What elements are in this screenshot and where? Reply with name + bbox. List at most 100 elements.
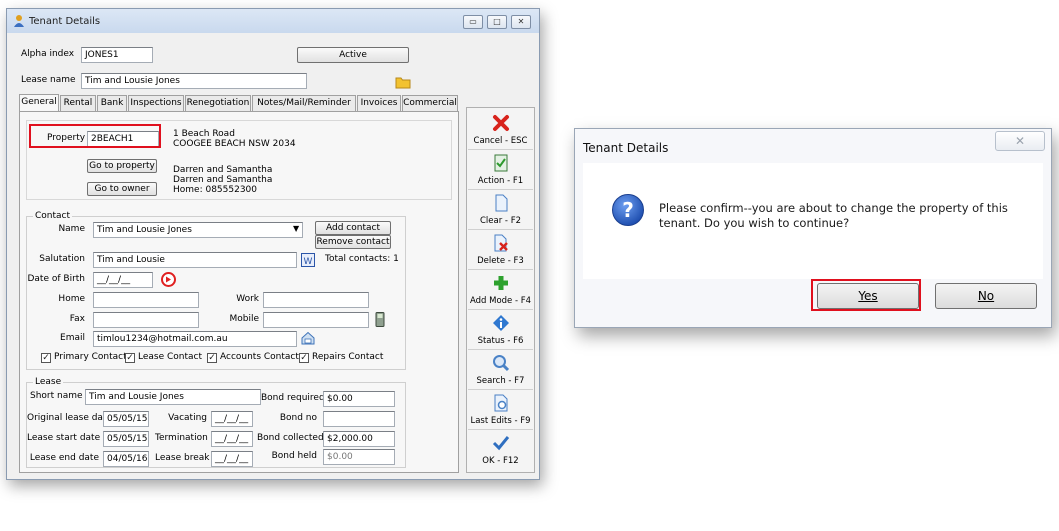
dialog-body: ? Please confirm--you are about to chang… — [583, 163, 1043, 279]
window-title: Tenant Details — [29, 16, 101, 27]
action-toolbar: Cancel - ESC Action - F1 Clear - F2 Dele… — [466, 107, 535, 473]
active-status-button[interactable]: Active — [297, 47, 409, 63]
last-edits-icon — [494, 394, 508, 412]
go-to-owner-button[interactable]: Go to owner — [87, 182, 157, 196]
accounts-contact-checkbox[interactable]: ✓ Accounts Contact — [207, 352, 299, 363]
checkbox-check-icon: ✓ — [299, 353, 309, 363]
no-button[interactable]: No — [935, 283, 1037, 309]
delete-button[interactable]: Delete - F3 — [468, 230, 533, 270]
search-button[interactable]: Search - F7 — [468, 350, 533, 390]
fax-field[interactable] — [93, 312, 199, 328]
total-contacts-label: Total contacts: 1 — [325, 254, 399, 264]
primary-contact-checkbox[interactable]: ✓ Primary Contact — [41, 352, 127, 363]
cancel-button[interactable]: Cancel - ESC — [468, 110, 533, 150]
salutation-field[interactable]: Tim and Lousie — [93, 252, 297, 268]
home-phone-label: Home — [58, 294, 85, 304]
accounts-contact-label: Accounts Contact — [220, 352, 299, 362]
add-mode-button[interactable]: Add Mode - F4 — [468, 270, 533, 310]
lease-name-label: Lease name — [21, 75, 76, 85]
minimize-button[interactable]: ▭ — [463, 15, 483, 29]
status-button[interactable]: Status - F6 — [468, 310, 533, 350]
email-house-icon[interactable] — [301, 331, 315, 345]
action-button[interactable]: Action - F1 — [468, 150, 533, 190]
tenant-details-window: Tenant Details ▭ □ ✕ Alpha index JONES1 … — [6, 8, 540, 480]
tab-commercial[interactable]: Commercial — [402, 95, 458, 111]
status-button-label: Status - F6 — [477, 336, 524, 346]
lease-contact-checkbox[interactable]: ✓ Lease Contact — [125, 352, 202, 363]
checkmark-icon — [492, 436, 510, 451]
close-button[interactable]: ✕ — [511, 15, 531, 29]
svg-text:?: ? — [622, 198, 634, 222]
dialog-title: Tenant Details — [583, 141, 669, 155]
calendar-arrow-icon[interactable] — [161, 272, 176, 287]
tab-renegotiation[interactable]: Renegotiation — [185, 95, 251, 111]
alpha-index-label: Alpha index — [21, 49, 75, 59]
home-phone-field[interactable] — [93, 292, 199, 308]
contact-name-label: Name — [58, 224, 85, 234]
tab-rental[interactable]: Rental — [60, 95, 96, 111]
mobile-field[interactable] — [263, 312, 369, 328]
lease-name-field[interactable]: Tim and Lousie Jones — [81, 73, 307, 89]
bond-collected-field[interactable]: $2,000.00 — [323, 431, 395, 447]
info-icon — [493, 315, 509, 331]
date-of-birth-field[interactable]: __/__/__ — [93, 272, 153, 288]
checkbox-check-icon: ✓ — [41, 353, 51, 363]
user-icon — [14, 15, 24, 27]
repairs-contact-checkbox[interactable]: ✓ Repairs Contact — [299, 352, 383, 363]
original-lease-date-label: Original lease date — [27, 413, 113, 423]
ok-button-label: OK - F12 — [482, 456, 519, 466]
tab-general[interactable]: General — [19, 94, 59, 111]
lease-break-field[interactable]: __/__/__ — [211, 451, 253, 467]
search-button-label: Search - F7 — [476, 376, 525, 386]
plus-icon — [494, 276, 508, 290]
bond-held-label: Bond held — [271, 451, 317, 461]
mobile-label: Mobile — [229, 314, 259, 324]
add-contact-button[interactable]: Add contact — [315, 221, 391, 235]
delete-page-icon — [494, 234, 508, 252]
email-field[interactable]: timlou1234@hotmail.com.au — [93, 331, 297, 347]
bond-held-field[interactable]: $0.00 — [323, 449, 395, 465]
clear-button[interactable]: Clear - F2 — [468, 190, 533, 230]
dialog-close-button[interactable]: ✕ — [995, 131, 1045, 151]
contact-group-title: Contact — [33, 211, 73, 221]
confirm-dialog: Tenant Details ✕ ? Please confirm--you a… — [574, 128, 1052, 328]
contact-name-select[interactable]: Tim and Lousie Jones — [93, 222, 303, 238]
lease-break-label: Lease break — [155, 453, 210, 463]
last-edits-button[interactable]: Last Edits - F9 — [468, 390, 533, 430]
date-of-birth-label: Date of Birth — [27, 274, 85, 284]
yes-highlight — [811, 279, 921, 311]
vacating-field[interactable]: __/__/__ — [211, 411, 253, 427]
action-button-label: Action - F1 — [477, 176, 524, 186]
tab-inspections[interactable]: Inspections — [128, 95, 184, 111]
work-phone-label: Work — [236, 294, 259, 304]
title-bar: Tenant Details ▭ □ ✕ — [7, 9, 539, 33]
checkbox-check-icon: ✓ — [207, 353, 217, 363]
property-address-line1: 1 Beach Road — [173, 129, 235, 139]
chevron-down-icon[interactable]: ▼ — [293, 224, 299, 233]
folder-icon[interactable] — [395, 75, 411, 89]
question-icon: ? — [612, 194, 644, 226]
mobile-phone-icon[interactable] — [375, 312, 385, 327]
bond-required-field[interactable]: $0.00 — [323, 391, 395, 407]
bond-no-field[interactable] — [323, 411, 395, 427]
add-mode-button-label: Add Mode - F4 — [469, 296, 532, 306]
bond-collected-label: Bond collected — [257, 433, 324, 443]
maximize-button[interactable]: □ — [487, 15, 507, 29]
remove-contact-button[interactable]: Remove contact — [315, 235, 391, 249]
word-document-icon[interactable]: W — [301, 253, 315, 267]
tab-notes-mail-reminder[interactable]: Notes/Mail/Reminder — [252, 95, 356, 111]
tab-bank[interactable]: Bank — [97, 95, 127, 111]
go-to-property-button[interactable]: Go to property — [87, 159, 157, 173]
original-lease-date-field[interactable]: 05/05/15 — [103, 411, 149, 427]
tab-invoices[interactable]: Invoices — [357, 95, 401, 111]
lease-start-date-field[interactable]: 05/05/15 — [103, 431, 149, 447]
alpha-index-field[interactable]: JONES1 — [81, 47, 153, 63]
bond-required-label: Bond required — [261, 393, 325, 403]
work-phone-field[interactable] — [263, 292, 369, 308]
termination-label: Termination — [155, 433, 208, 443]
lease-end-date-field[interactable]: 04/05/16 — [103, 451, 149, 467]
termination-field[interactable]: __/__/__ — [211, 431, 253, 447]
delete-button-label: Delete - F3 — [477, 256, 524, 266]
ok-button[interactable]: OK - F12 — [468, 430, 533, 470]
short-name-field[interactable]: Tim and Lousie Jones — [85, 389, 261, 405]
